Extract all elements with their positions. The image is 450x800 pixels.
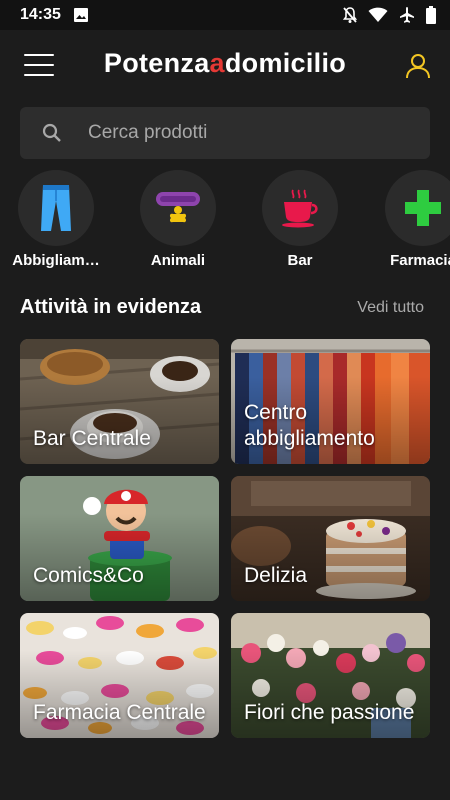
category-abbigliamento[interactable]: Abbigliam…: [1, 170, 111, 269]
shop-card-fiori-che-passione[interactable]: Fiori che passione: [231, 613, 430, 738]
shop-name: Bar Centrale: [33, 427, 151, 450]
search-input[interactable]: [88, 122, 408, 144]
category-carousel[interactable]: Abbigliam… Animali Bar Farmacia: [0, 170, 450, 280]
category-label: Animali: [150, 252, 206, 269]
category-icon-circle: [18, 170, 94, 246]
shop-name: Centro abbigliamento: [244, 401, 375, 450]
image-icon: [73, 8, 88, 22]
pet-collar-icon: [156, 192, 200, 223]
shop-card-comics-co[interactable]: Comics&Co: [20, 476, 219, 601]
shop-name: Delizia: [244, 564, 308, 587]
shop-name: Farmacia Centrale: [33, 701, 206, 724]
category-animali[interactable]: Animali: [123, 170, 233, 269]
category-label: Farmacia: [390, 252, 450, 269]
section-title: Attività in evidenza: [20, 296, 202, 318]
search-icon: [42, 123, 61, 142]
category-icon-circle: [140, 170, 216, 246]
see-all-link[interactable]: Vedi tutto: [357, 299, 424, 317]
coffee-cup-icon: [282, 189, 318, 228]
pharmacy-cross-icon: [405, 190, 441, 226]
search-bar[interactable]: [20, 107, 430, 159]
category-farmacia[interactable]: Farmacia: [368, 170, 450, 269]
jeans-icon: [41, 185, 71, 231]
shop-card-delizia[interactable]: Delizia: [231, 476, 430, 601]
notifications-off-icon: [342, 7, 358, 23]
shop-card-farmacia-centrale[interactable]: Farmacia Centrale: [20, 613, 219, 738]
battery-icon: [426, 6, 436, 24]
category-label: Abbigliam…: [12, 252, 100, 269]
category-icon-circle: [262, 170, 338, 246]
wifi-icon: [368, 7, 388, 22]
shop-name: Comics&Co: [33, 564, 144, 587]
app-bar: Potenzaadomicilio: [0, 30, 450, 102]
shop-card-bar-centrale[interactable]: Bar Centrale: [20, 339, 219, 464]
category-label: Bar: [287, 252, 313, 269]
app-logo: Potenzaadomicilio: [103, 48, 347, 78]
user-icon[interactable]: [404, 52, 432, 80]
category-icon-circle: [385, 170, 450, 246]
featured-header: Attività in evidenza Vedi tutto: [20, 296, 424, 319]
status-bar: 14:35: [0, 0, 450, 30]
category-bar[interactable]: Bar: [245, 170, 355, 269]
shop-card-centro-abbigliamento[interactable]: Centro abbigliamento: [231, 339, 430, 464]
status-time: 14:35: [20, 6, 61, 23]
shop-name: Fiori che passione: [244, 701, 415, 724]
airplane-icon: [400, 7, 414, 23]
